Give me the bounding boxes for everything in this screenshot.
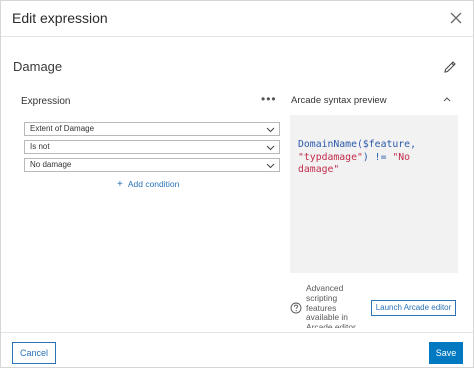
expression-label: Expression bbox=[21, 96, 71, 107]
field-select-value: Extent of Damage bbox=[30, 124, 95, 133]
cancel-button[interactable]: Cancel bbox=[12, 342, 56, 364]
plus-icon: + bbox=[117, 179, 123, 190]
ellipsis-icon[interactable]: ••• bbox=[261, 93, 276, 105]
code-line-1: DomainName($feature, bbox=[298, 139, 416, 150]
expression-name-row: Damage bbox=[1, 53, 473, 81]
launch-arcade-editor-button[interactable]: Launch Arcade editor bbox=[371, 300, 456, 316]
value-select[interactable]: No damage bbox=[24, 158, 280, 172]
dialog-header: Edit expression bbox=[1, 1, 473, 37]
arcade-editor-help-text: Advanced scripting features available in… bbox=[306, 284, 356, 328]
edit-expression-dialog: Edit expression Damage Expression ••• Ex… bbox=[0, 0, 474, 368]
chevron-down-icon bbox=[266, 127, 275, 133]
save-button[interactable]: Save bbox=[429, 342, 463, 364]
arcade-preview-box: DomainName($feature, "typdamage") != "No… bbox=[290, 115, 458, 273]
code-string-field: "typdamage" bbox=[298, 151, 363, 163]
preview-header: Arcade syntax preview bbox=[290, 91, 460, 109]
add-condition-label: Add condition bbox=[127, 179, 180, 189]
close-icon[interactable] bbox=[449, 11, 463, 25]
dialog-title: Edit expression bbox=[12, 10, 108, 26]
arcade-code: DomainName($feature, "typdamage") != "No… bbox=[298, 139, 416, 177]
expression-name: Damage bbox=[13, 59, 63, 74]
chevron-up-icon[interactable] bbox=[442, 95, 452, 103]
code-operator: ) != bbox=[362, 151, 393, 163]
question-circle-icon bbox=[290, 302, 302, 314]
dialog-footer: Cancel Save bbox=[1, 332, 473, 368]
chevron-down-icon bbox=[266, 145, 275, 151]
value-select-value: No damage bbox=[30, 160, 72, 169]
operator-select-value: Is not bbox=[30, 142, 50, 151]
pencil-icon[interactable] bbox=[442, 59, 458, 75]
preview-title: Arcade syntax preview bbox=[291, 95, 387, 106]
field-select[interactable]: Extent of Damage bbox=[24, 122, 280, 136]
chevron-down-icon bbox=[266, 163, 275, 169]
code-string-value: "No bbox=[392, 151, 411, 163]
code-string-value-end: damage" bbox=[298, 164, 340, 175]
add-condition-button[interactable]: + Add condition bbox=[117, 179, 179, 190]
operator-select[interactable]: Is not bbox=[24, 140, 280, 154]
